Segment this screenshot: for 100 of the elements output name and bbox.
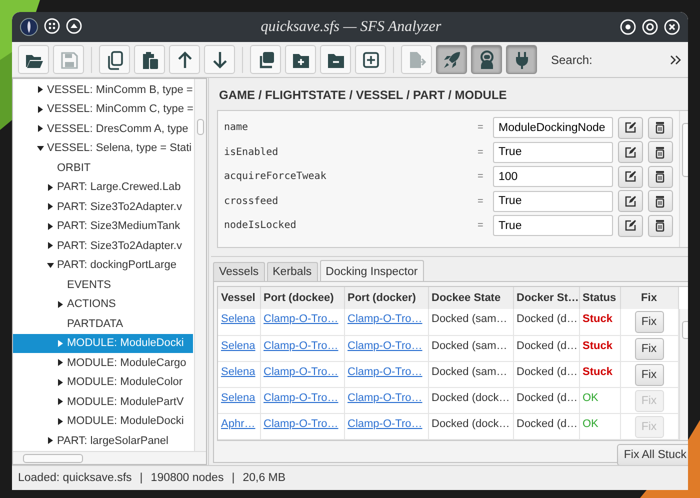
port-link[interactable]: Clamp-O-Tro… <box>264 418 338 430</box>
tree-item-label[interactable]: PART: largeSolarPanel <box>57 434 168 447</box>
right-triangle-icon[interactable] <box>57 359 64 366</box>
toolbar-button[interactable] <box>471 45 502 74</box>
column-header[interactable]: Port (docker) <box>344 287 428 310</box>
tree-row[interactable]: ORBIT <box>13 158 193 178</box>
vessel-link[interactable]: Selena <box>221 340 256 352</box>
edit-button[interactable] <box>618 166 642 188</box>
toolbar-button[interactable] <box>506 45 537 74</box>
toolbar-button[interactable] <box>99 45 130 74</box>
tree-item-label[interactable]: EVENTS <box>67 278 112 291</box>
input-field[interactable]: True <box>492 215 612 236</box>
tree-item-label[interactable]: PART: Large.Crewed.Lab <box>57 181 181 194</box>
tree-row[interactable]: VESSEL: Selena, type = Stati <box>13 138 193 158</box>
edit-button[interactable] <box>618 141 642 163</box>
port-link[interactable]: Clamp-O-Tro… <box>264 340 338 352</box>
tab[interactable]: Docking Inspector <box>320 260 424 281</box>
input-field[interactable]: True <box>492 142 612 162</box>
grid-dots-icon[interactable] <box>44 18 60 34</box>
tree-row[interactable]: PART: Size3To2Adapter.v <box>13 236 193 256</box>
app-logo-icon[interactable] <box>20 18 38 36</box>
tree-row[interactable]: PART: Size3MediumTank <box>13 216 193 236</box>
right-triangle-icon[interactable] <box>57 300 64 308</box>
tree-item-label[interactable]: MODULE: ModuleCargo <box>67 356 186 369</box>
tree-item-label[interactable]: ACTIONS <box>67 298 116 310</box>
toolbar-button[interactable] <box>250 45 281 74</box>
tab[interactable]: Vessels <box>213 262 265 281</box>
port-link[interactable]: Clamp-O-Tro… <box>348 418 422 430</box>
port-link[interactable]: Clamp-O-Tro… <box>348 313 422 326</box>
right-triangle-icon[interactable] <box>57 378 64 386</box>
vertical-scrollbar[interactable] <box>678 111 688 247</box>
tree-row[interactable]: MODULE: ModuleColor <box>13 372 193 392</box>
delete-button[interactable] <box>648 116 672 138</box>
horizontal-scrollbar[interactable] <box>13 451 206 464</box>
column-header[interactable]: Status <box>579 287 620 310</box>
column-header[interactable]: Fix <box>620 287 678 310</box>
tree-row[interactable]: VESSEL: DresComm A, type <box>13 119 193 138</box>
down-triangle-icon[interactable] <box>37 144 44 152</box>
fix-button[interactable]: Fix <box>634 338 664 360</box>
port-link[interactable]: Clamp-O-Tro… <box>348 340 422 352</box>
tree-item-label[interactable]: VESSEL: DresComm A, type <box>47 122 188 135</box>
tree-item-label[interactable]: MODULE: ModuleDocki <box>67 415 184 428</box>
tree-row[interactable]: MODULE: ModulePartV <box>13 392 193 412</box>
double-chevron-icon[interactable] <box>670 54 682 66</box>
toolbar-button[interactable] <box>355 45 386 74</box>
tree-row[interactable]: PART: dockingPortLarge <box>13 256 193 275</box>
tree-item-label[interactable]: ORBIT <box>57 162 91 174</box>
right-triangle-icon[interactable] <box>57 418 64 425</box>
right-triangle-icon[interactable] <box>37 125 44 132</box>
column-header[interactable]: Dockee State <box>428 287 513 310</box>
delete-button[interactable] <box>648 141 672 163</box>
tree-item-label[interactable]: VESSEL: Selena, type = Stati <box>47 142 192 154</box>
toolbar-button[interactable] <box>320 45 351 74</box>
tree-row[interactable]: PART: largeSolarPanel <box>13 431 193 450</box>
tree-item-label[interactable]: PART: Size3To2Adapter.v <box>57 240 182 252</box>
port-link[interactable]: Clamp-O-Tro… <box>264 392 338 404</box>
tree-row[interactable]: PARTDATA <box>13 314 193 334</box>
minimize-icon[interactable] <box>620 19 636 35</box>
tree-item-label[interactable]: PART: Size3To2Adapter.v <box>57 200 182 213</box>
input-field[interactable]: True <box>492 190 612 212</box>
tree-row[interactable]: MODULE: ModuleDocki <box>13 412 193 431</box>
tree-item-label[interactable]: VESSEL: MinComm B, type = <box>47 84 193 96</box>
right-triangle-icon[interactable] <box>47 184 54 191</box>
column-header[interactable]: Port (dockee) <box>260 287 344 310</box>
vessel-link[interactable]: Selena <box>221 392 256 404</box>
tree-item-label[interactable]: MODULE: ModuleDocki <box>67 337 184 350</box>
port-link[interactable]: Clamp-O-Tro… <box>264 366 338 378</box>
delete-button[interactable] <box>648 190 672 212</box>
tree-item-label[interactable]: MODULE: ModuleColor <box>67 376 183 388</box>
vessel-link[interactable]: Aphr… <box>221 418 256 430</box>
right-triangle-icon[interactable] <box>47 203 54 210</box>
toolbar-button[interactable] <box>169 45 200 74</box>
column-header[interactable]: Vessel <box>218 287 260 310</box>
vessel-link[interactable]: Selena <box>221 313 256 326</box>
maximize-icon[interactable] <box>642 19 658 35</box>
close-icon[interactable] <box>664 19 680 35</box>
right-triangle-icon[interactable] <box>47 437 54 444</box>
fix-button[interactable]: Fix <box>634 311 664 334</box>
tab[interactable]: Kerbals <box>266 262 318 281</box>
input-field[interactable]: ModuleDockingNode <box>492 117 612 138</box>
input-field[interactable]: 100 <box>492 166 612 187</box>
tree-item-label[interactable]: PARTDATA <box>67 318 124 330</box>
fix-all-button[interactable]: Fix All Stuck <box>616 444 688 466</box>
down-triangle-icon[interactable] <box>47 262 54 269</box>
delete-button[interactable] <box>648 166 672 188</box>
toolbar-button[interactable] <box>285 45 316 74</box>
selected-row[interactable]: MODULE: ModuleDocki <box>13 334 193 353</box>
toolbar-button[interactable] <box>134 45 165 74</box>
tree-row[interactable]: VESSEL: MinComm B, type = <box>13 80 193 100</box>
toolbar-button[interactable] <box>204 45 235 74</box>
tree-row[interactable]: VESSEL: MinComm C, type = <box>13 100 193 119</box>
right-triangle-icon[interactable] <box>47 242 54 250</box>
right-triangle-icon[interactable] <box>37 86 44 94</box>
vessel-link[interactable]: Selena <box>221 366 256 378</box>
edit-button[interactable] <box>618 116 642 138</box>
tree-row[interactable]: MODULE: ModuleCargo <box>13 353 193 372</box>
tree-item-label[interactable]: PART: Size3MediumTank <box>57 220 180 232</box>
column-header[interactable]: Docker St… <box>513 287 579 310</box>
toolbar-button[interactable] <box>18 45 49 74</box>
tree-row[interactable]: PART: Size3To2Adapter.v <box>13 197 193 216</box>
